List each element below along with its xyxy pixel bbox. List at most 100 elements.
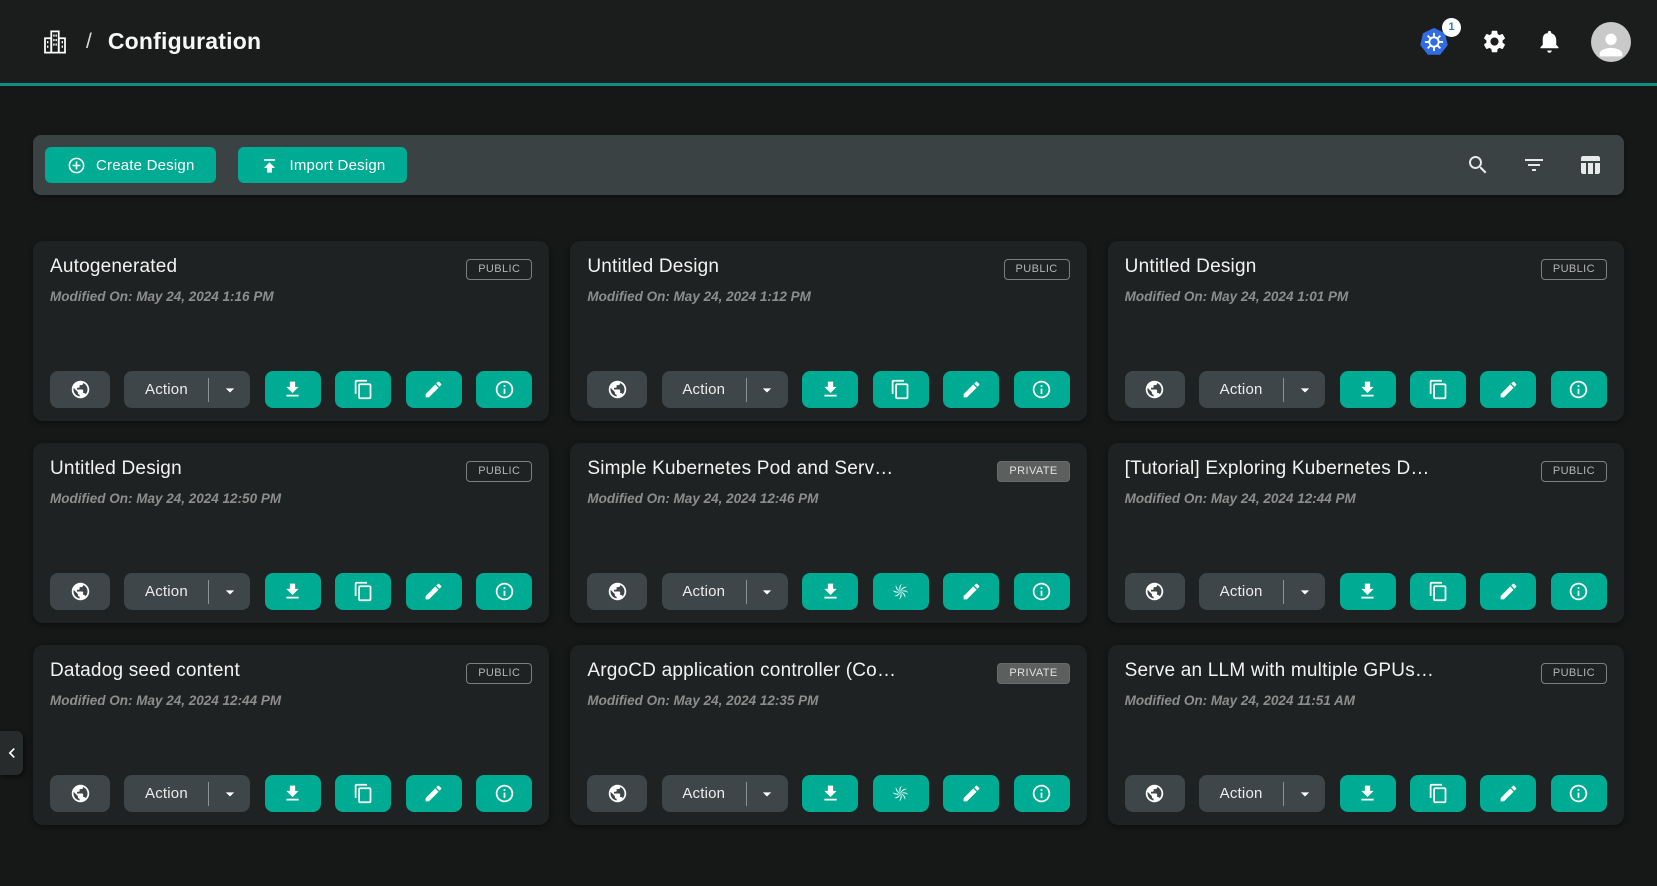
design-spiral-button[interactable]	[873, 573, 929, 610]
action-button[interactable]: Action	[1199, 775, 1283, 812]
chevron-down-icon	[220, 380, 240, 400]
action-button[interactable]: Action	[662, 573, 746, 610]
clone-button[interactable]	[1410, 371, 1466, 408]
download-button[interactable]	[1340, 371, 1396, 408]
clone-button[interactable]	[335, 573, 391, 610]
action-button[interactable]: Action	[1199, 573, 1283, 610]
edit-button[interactable]	[406, 775, 462, 812]
download-button[interactable]	[1340, 775, 1396, 812]
info-button[interactable]	[1551, 371, 1607, 408]
action-button-label: Action	[682, 785, 725, 802]
edit-button[interactable]	[943, 775, 999, 812]
info-button[interactable]	[476, 371, 532, 408]
table-view-icon[interactable]	[1578, 153, 1602, 177]
design-title: Untitled Design	[50, 458, 182, 480]
action-dropdown-button[interactable]	[747, 573, 788, 610]
edit-button[interactable]	[1480, 775, 1536, 812]
action-dropdown-button[interactable]	[1284, 573, 1325, 610]
building-icon	[40, 27, 70, 57]
download-button[interactable]	[265, 573, 321, 610]
visibility-globe-button[interactable]	[50, 775, 110, 812]
chevron-down-icon	[757, 784, 777, 804]
clone-copy-icon	[1428, 379, 1449, 400]
design-spiral-button[interactable]	[873, 775, 929, 812]
edit-button[interactable]	[406, 573, 462, 610]
download-icon	[282, 581, 303, 602]
sidebar-collapse-button[interactable]	[0, 731, 23, 775]
clone-button[interactable]	[1410, 573, 1466, 610]
info-icon	[1031, 783, 1052, 804]
clone-button[interactable]	[1410, 775, 1466, 812]
designs-toolbar: Create Design Import Design	[33, 135, 1624, 195]
action-dropdown-button[interactable]	[1284, 775, 1325, 812]
clone-button[interactable]	[335, 371, 391, 408]
action-button[interactable]: Action	[1199, 371, 1283, 408]
edit-button[interactable]	[406, 371, 462, 408]
download-button[interactable]	[265, 371, 321, 408]
design-title: Untitled Design	[587, 256, 719, 278]
download-button[interactable]	[802, 775, 858, 812]
edit-button[interactable]	[1480, 371, 1536, 408]
info-button[interactable]	[1551, 775, 1607, 812]
action-dropdown-button[interactable]	[747, 371, 788, 408]
design-card: Untitled Design PUBLIC Modified On: May …	[1108, 241, 1624, 421]
visibility-globe-button[interactable]	[50, 573, 110, 610]
action-split-button: Action	[1199, 573, 1325, 610]
action-dropdown-button[interactable]	[209, 371, 250, 408]
action-button[interactable]: Action	[124, 573, 208, 610]
design-card: ArgoCD application controller (Co… PRIVA…	[570, 645, 1086, 825]
action-dropdown-button[interactable]	[209, 775, 250, 812]
clone-button[interactable]	[873, 371, 929, 408]
download-button[interactable]	[802, 371, 858, 408]
download-button[interactable]	[802, 573, 858, 610]
edit-button[interactable]	[943, 371, 999, 408]
clone-button[interactable]	[335, 775, 391, 812]
action-button[interactable]: Action	[662, 371, 746, 408]
visibility-globe-button[interactable]	[1125, 371, 1185, 408]
visibility-globe-button[interactable]	[587, 573, 647, 610]
visibility-globe-button[interactable]	[1125, 775, 1185, 812]
visibility-badge: PUBLIC	[1541, 259, 1607, 280]
globe-icon	[607, 783, 628, 804]
globe-icon	[1144, 379, 1165, 400]
visibility-badge: PUBLIC	[1541, 663, 1607, 684]
info-button[interactable]	[476, 573, 532, 610]
design-spiral-icon	[890, 783, 911, 804]
design-card: Simple Kubernetes Pod and Serv… PRIVATE …	[570, 443, 1086, 623]
action-button[interactable]: Action	[124, 775, 208, 812]
edit-button[interactable]	[943, 573, 999, 610]
info-button[interactable]	[1551, 573, 1607, 610]
download-button[interactable]	[1340, 573, 1396, 610]
info-button[interactable]	[476, 775, 532, 812]
action-dropdown-button[interactable]	[747, 775, 788, 812]
user-avatar[interactable]	[1591, 22, 1631, 62]
edit-button[interactable]	[1480, 573, 1536, 610]
visibility-globe-button[interactable]	[587, 371, 647, 408]
import-design-button[interactable]: Import Design	[238, 147, 407, 183]
action-button[interactable]: Action	[124, 371, 208, 408]
action-split-button: Action	[662, 775, 788, 812]
design-title: Untitled Design	[1125, 256, 1257, 278]
info-button[interactable]	[1014, 573, 1070, 610]
design-card: Serve an LLM with multiple GPUs… PUBLIC …	[1108, 645, 1624, 825]
visibility-globe-button[interactable]	[587, 775, 647, 812]
download-button[interactable]	[265, 775, 321, 812]
settings-gear-icon[interactable]	[1481, 28, 1508, 55]
create-design-button[interactable]: Create Design	[45, 147, 216, 183]
notifications-bell-icon[interactable]	[1536, 28, 1563, 55]
info-button[interactable]	[1014, 371, 1070, 408]
kubernetes-context-button[interactable]: 1	[1417, 25, 1453, 59]
visibility-globe-button[interactable]	[1125, 573, 1185, 610]
action-split-button: Action	[1199, 775, 1325, 812]
info-button[interactable]	[1014, 775, 1070, 812]
action-dropdown-button[interactable]	[209, 573, 250, 610]
edit-pencil-icon	[423, 581, 444, 602]
action-button[interactable]: Action	[662, 775, 746, 812]
search-icon[interactable]	[1466, 153, 1490, 177]
visibility-globe-button[interactable]	[50, 371, 110, 408]
info-icon	[1568, 581, 1589, 602]
clone-copy-icon	[890, 379, 911, 400]
filter-icon[interactable]	[1522, 153, 1546, 177]
visibility-badge: PUBLIC	[466, 461, 532, 482]
action-dropdown-button[interactable]	[1284, 371, 1325, 408]
